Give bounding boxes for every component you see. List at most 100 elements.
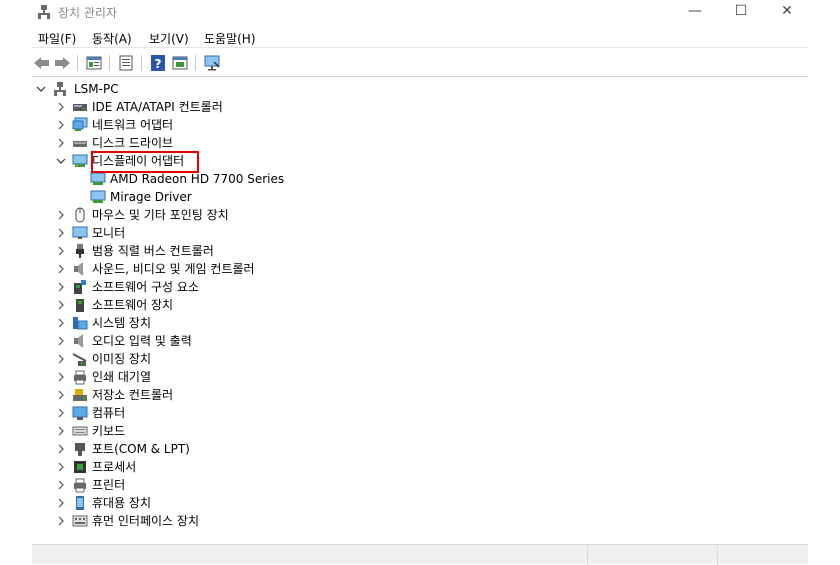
tree-category-label: 사운드, 비디오 및 게임 컨트롤러	[92, 262, 255, 276]
tree-category-item[interactable]: 키보드	[54, 422, 454, 440]
print-queue-icon	[72, 369, 88, 385]
list-icon[interactable]	[116, 53, 136, 73]
chevron-right-icon[interactable]	[54, 440, 68, 458]
keyboard-icon	[72, 423, 88, 439]
forward-arrow-icon[interactable]	[52, 53, 72, 73]
tree-category-item[interactable]: 사운드, 비디오 및 게임 컨트롤러	[54, 260, 454, 278]
ide-controller-icon	[72, 99, 88, 115]
chevron-right-icon[interactable]	[54, 98, 68, 116]
audio-io-icon	[72, 333, 88, 349]
chevron-right-icon[interactable]	[54, 296, 68, 314]
toolbar-separator	[141, 55, 142, 71]
tree-category-item[interactable]: 인쇄 대기열	[54, 368, 454, 386]
chevron-right-icon[interactable]	[54, 314, 68, 332]
software-component-icon	[72, 279, 88, 295]
tree-root-node[interactable]: LSM-PC	[34, 80, 234, 98]
chevron-down-icon[interactable]	[34, 80, 48, 98]
menu-bar: 파일(F) 동작(A) 보기(V) 도움말(H)	[32, 28, 808, 48]
tree-device-label: Mirage Driver	[110, 190, 192, 204]
device-manager-window: 장치 관리자 — ☐ ✕ 파일(F) 동작(A) 보기(V) 도움말(H) ?	[32, 0, 808, 565]
title-bar[interactable]: 장치 관리자 — ☐ ✕	[32, 0, 808, 24]
system-device-icon	[72, 315, 88, 331]
tree-category-item[interactable]: 저장소 컨트롤러	[54, 386, 454, 404]
network-adapter-icon	[72, 117, 88, 133]
chevron-right-icon[interactable]	[54, 134, 68, 152]
tree-category-item[interactable]: 소프트웨어 구성 요소	[54, 278, 454, 296]
storage-controller-icon	[72, 387, 88, 403]
device-tree: LSM-PC IDE ATA/ATAPI 컨트롤러네트워크 어댑터디스크 드라이…	[32, 80, 808, 542]
menu-file[interactable]: 파일(F)	[38, 30, 76, 47]
tree-category-label: 인쇄 대기열	[92, 370, 152, 384]
tree-category-item[interactable]: 시스템 장치	[54, 314, 454, 332]
monitor-icon	[72, 225, 88, 241]
tree-category-item[interactable]: 오디오 입력 및 출력	[54, 332, 454, 350]
root-label: LSM-PC	[74, 82, 119, 96]
hid-icon	[72, 513, 88, 529]
chevron-right-icon[interactable]	[54, 458, 68, 476]
tree-category-label: 포트(COM & LPT)	[92, 442, 190, 456]
toolbar-separator	[77, 55, 78, 71]
device-manager-app-icon	[36, 4, 52, 20]
tree-category-item[interactable]: 휴먼 인터페이스 장치	[54, 512, 454, 530]
tree-device-item[interactable]: Mirage Driver	[72, 188, 472, 206]
toolbar-separator	[109, 55, 110, 71]
svg-text:?: ?	[155, 57, 162, 71]
imaging-device-icon	[72, 351, 88, 367]
chevron-right-icon[interactable]	[54, 206, 68, 224]
back-arrow-icon[interactable]	[32, 53, 52, 73]
chevron-down-icon[interactable]	[54, 152, 68, 170]
chevron-right-icon[interactable]	[54, 242, 68, 260]
tree-category-item[interactable]: 마우스 및 기타 포인팅 장치	[54, 206, 454, 224]
highlight-annotation-box	[91, 151, 199, 173]
toolbar: ?	[32, 49, 808, 77]
tree-category-item[interactable]: 프린터	[54, 476, 454, 494]
tree-category-label: IDE ATA/ATAPI 컨트롤러	[92, 100, 223, 114]
chevron-right-icon[interactable]	[54, 260, 68, 278]
tree-category-item[interactable]: 범용 직렬 버스 컨트롤러	[54, 242, 454, 260]
tree-category-label: 휴대용 장치	[92, 496, 152, 510]
tree-category-item[interactable]: 프로세서	[54, 458, 454, 476]
chevron-right-icon[interactable]	[54, 404, 68, 422]
chevron-right-icon[interactable]	[54, 512, 68, 530]
tree-category-item[interactable]: 네트워크 어댑터	[54, 116, 454, 134]
tree-category-label: 디스크 드라이브	[92, 136, 174, 150]
minimize-button[interactable]: —	[672, 0, 718, 24]
chevron-right-icon[interactable]	[54, 278, 68, 296]
menu-action[interactable]: 동작(A)	[92, 30, 132, 47]
tree-category-item[interactable]: 이미징 장치	[54, 350, 454, 368]
tree-category-label: 모니터	[92, 226, 126, 240]
chevron-right-icon[interactable]	[54, 476, 68, 494]
update-driver-icon[interactable]	[170, 53, 190, 73]
tree-category-item[interactable]: 휴대용 장치	[54, 494, 454, 512]
chevron-right-icon[interactable]	[54, 224, 68, 242]
toolbar-separator	[195, 55, 196, 71]
menu-help[interactable]: 도움말(H)	[204, 30, 256, 47]
tree-category-item[interactable]: 디스크 드라이브	[54, 134, 454, 152]
tree-category-item[interactable]: 모니터	[54, 224, 454, 242]
chevron-right-icon[interactable]	[54, 350, 68, 368]
tree-category-label: 소프트웨어 구성 요소	[92, 280, 199, 294]
tree-category-item[interactable]: IDE ATA/ATAPI 컨트롤러	[54, 98, 454, 116]
monitor-scan-icon[interactable]	[202, 53, 222, 73]
chevron-right-icon[interactable]	[54, 368, 68, 386]
status-cell	[587, 545, 717, 565]
chevron-right-icon[interactable]	[54, 422, 68, 440]
tree-category-label: 범용 직렬 버스 컨트롤러	[92, 244, 214, 258]
close-button[interactable]: ✕	[764, 0, 810, 24]
display-adapter-icon	[72, 153, 88, 169]
help-icon[interactable]: ?	[148, 53, 168, 73]
chevron-right-icon[interactable]	[54, 494, 68, 512]
computer-icon	[72, 405, 88, 421]
chevron-right-icon[interactable]	[54, 386, 68, 404]
port-icon	[72, 441, 88, 457]
tree-category-item[interactable]: 소프트웨어 장치	[54, 296, 454, 314]
menu-view[interactable]: 보기(V)	[149, 30, 189, 47]
chevron-right-icon[interactable]	[54, 116, 68, 134]
properties-panel-icon[interactable]	[84, 53, 104, 73]
tree-category-label: 시스템 장치	[92, 316, 152, 330]
tree-category-item[interactable]: 포트(COM & LPT)	[54, 440, 454, 458]
tree-category-item[interactable]: 컴퓨터	[54, 404, 454, 422]
status-bar	[32, 544, 808, 565]
maximize-button[interactable]: ☐	[718, 0, 764, 24]
chevron-right-icon[interactable]	[54, 332, 68, 350]
